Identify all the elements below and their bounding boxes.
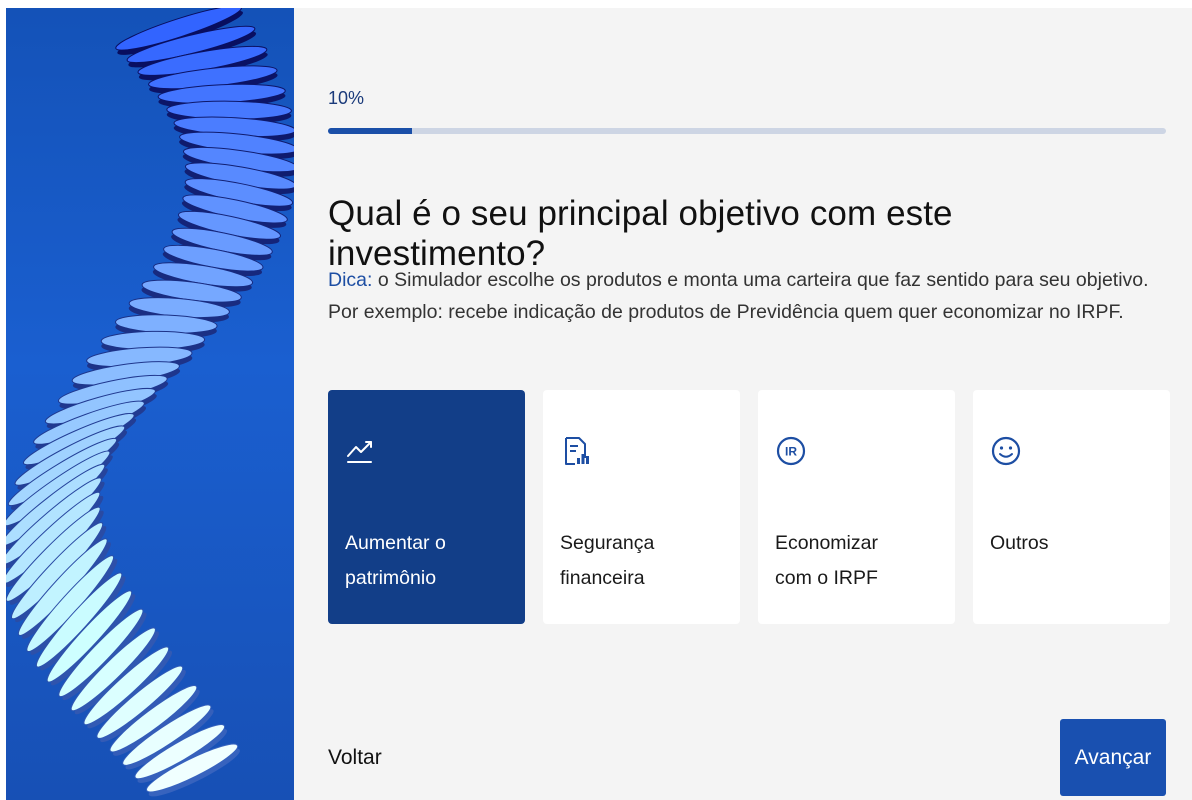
- option-label-line1: Economizar: [775, 532, 878, 554]
- ir-badge-text: IR: [785, 445, 797, 459]
- hint-text: Dica: o Simulador escolhe os produtos e …: [328, 264, 1173, 328]
- option-label-line2: financeira: [560, 567, 645, 589]
- option-label-line1: Aumentar o: [345, 532, 446, 554]
- progress-label: 10%: [328, 88, 365, 108]
- option-label: Outros: [990, 526, 1150, 561]
- ir-badge-icon: IR: [776, 436, 806, 466]
- option-card-aumentar-patrimonio[interactable]: Aumentar o patrimônio: [328, 390, 525, 624]
- hero-image: [6, 8, 294, 800]
- option-label-line1: Outros: [990, 532, 1049, 554]
- document-chart-icon: [565, 437, 589, 465]
- option-card-outros[interactable]: Outros: [973, 390, 1170, 624]
- option-label: Aumentar o patrimônio: [345, 526, 505, 596]
- option-label-line2: com o IRPF: [775, 567, 878, 589]
- option-label-line1: Segurança: [560, 532, 655, 554]
- smiley-icon: [991, 436, 1021, 466]
- options-group: Aumentar o patrimônio Segurança financei…: [328, 390, 1170, 624]
- progress-fill: [328, 128, 412, 134]
- progress-bar: [328, 128, 1166, 134]
- option-label-line2: patrimônio: [345, 567, 437, 589]
- next-button[interactable]: Avançar: [1060, 719, 1166, 796]
- hint-body: o Simulador escolhe os produtos e monta …: [328, 269, 1149, 323]
- trending-up-icon: [347, 441, 372, 463]
- option-label: Economizar com o IRPF: [775, 526, 935, 596]
- option-card-seguranca-financeira[interactable]: Segurança financeira: [543, 390, 740, 624]
- option-card-economizar-irpf[interactable]: IR Economizar com o IRPF: [758, 390, 955, 624]
- option-label: Segurança financeira: [560, 526, 720, 596]
- coin-spiral-illustration: [6, 8, 294, 797]
- question-title: Qual é o seu principal objetivo com este…: [328, 194, 953, 273]
- main-panel: 10% Qual é o seu principal objetivo com …: [294, 8, 1192, 800]
- back-button[interactable]: Voltar: [328, 746, 382, 770]
- hint-label: Dica:: [328, 269, 373, 291]
